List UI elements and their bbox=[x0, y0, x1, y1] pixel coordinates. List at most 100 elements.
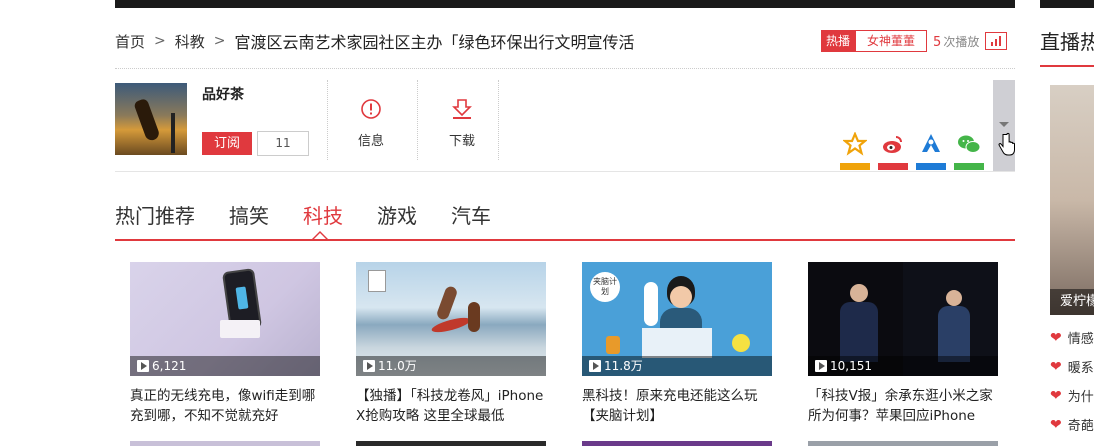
hot-info: 热播 女神董董 5 次播放 bbox=[821, 30, 1008, 52]
video-caption[interactable]: 真正的无线充电，像wifi走到哪充到哪，不知不觉就充好 bbox=[130, 386, 320, 426]
share-tencent-weibo-button[interactable] bbox=[916, 130, 946, 170]
uploader-link[interactable]: 女神董董 bbox=[855, 30, 928, 52]
next-row-thumbnail[interactable] bbox=[808, 441, 998, 446]
tab-cars[interactable]: 汽车 bbox=[451, 200, 491, 229]
live-hot-title: 直播热 bbox=[1040, 30, 1094, 54]
info-icon bbox=[361, 99, 381, 119]
next-row-thumbnail[interactable] bbox=[582, 441, 772, 446]
top-player-bar bbox=[115, 0, 1015, 8]
play-count: 6,121 bbox=[152, 359, 187, 373]
tencent-weibo-icon bbox=[922, 134, 940, 152]
qzone-star-icon bbox=[843, 132, 867, 156]
tab-tech[interactable]: 科技 bbox=[303, 200, 343, 229]
list-item-label: 情感 bbox=[1067, 332, 1094, 347]
tab-indicator-caret bbox=[312, 231, 328, 239]
live-list: ❤ 情感 ❤ 暖系 ❤ 为什 ❤ 奇葩 bbox=[1050, 323, 1094, 439]
tower-image bbox=[171, 113, 175, 153]
subscribe-button[interactable]: 订阅 bbox=[202, 132, 252, 155]
play-icon bbox=[589, 360, 601, 372]
next-row-thumbnail[interactable] bbox=[356, 441, 546, 446]
live-thumbnail-label: 爱柠檬 bbox=[1050, 289, 1094, 315]
play-icon bbox=[363, 360, 375, 372]
list-item-label: 暖系 bbox=[1067, 361, 1094, 376]
download-label: 下载 bbox=[448, 134, 475, 149]
share-bar bbox=[916, 163, 946, 170]
video-title: 官渡区云南艺术家园社区主办「绿色环保出行文明宣传活 bbox=[234, 33, 635, 52]
list-item-label: 为什 bbox=[1067, 390, 1094, 405]
wechat-icon bbox=[958, 135, 981, 153]
video-card[interactable]: 10,151 「科技V报」余承东逛小米之家所为何事？苹果回应iPhone bbox=[808, 262, 998, 426]
divider bbox=[417, 80, 418, 160]
top-player-bar-right bbox=[1040, 0, 1094, 8]
channel-name[interactable]: 品好茶 bbox=[202, 84, 244, 104]
heart-icon: ❤ bbox=[1050, 329, 1062, 346]
video-card[interactable]: 6,121 真正的无线充电，像wifi走到哪充到哪，不知不觉就充好 bbox=[130, 262, 320, 426]
category-tabs: 热门推荐 搞笑 科技 游戏 汽车 bbox=[115, 200, 525, 229]
play-count-suffix: 次播放 bbox=[943, 34, 980, 49]
hand-cursor-icon bbox=[998, 132, 1015, 156]
download-icon bbox=[452, 99, 472, 119]
play-count-overlay: 10,151 bbox=[808, 356, 998, 376]
share-bar bbox=[954, 163, 984, 170]
breadcrumb: 首页 > 科教 > 官渡区云南艺术家园社区主办「绿色环保出行文明宣传活 bbox=[115, 30, 635, 53]
video-caption[interactable]: 「科技V报」余承东逛小米之家所为何事？苹果回应iPhone bbox=[808, 386, 998, 426]
divider bbox=[327, 80, 328, 160]
list-item[interactable]: ❤ 暖系 bbox=[1050, 352, 1094, 381]
play-count: 5 次播放 bbox=[933, 33, 979, 50]
heart-icon: ❤ bbox=[1050, 387, 1062, 404]
tab-hot[interactable]: 热门推荐 bbox=[115, 200, 195, 229]
chevron-right-icon: > bbox=[213, 33, 226, 49]
divider bbox=[498, 80, 499, 160]
play-count: 11.8万 bbox=[604, 359, 643, 373]
video-caption[interactable]: 黑科技！原来充电还能这么玩【夹脑计划】 bbox=[582, 386, 772, 426]
video-thumbnail[interactable]: 10,151 bbox=[808, 262, 998, 376]
list-item-label: 奇葩 bbox=[1067, 419, 1094, 434]
live-thumbnail[interactable]: 爱柠檬 bbox=[1050, 85, 1094, 315]
chevron-right-icon: > bbox=[154, 33, 166, 49]
heart-icon: ❤ bbox=[1050, 416, 1062, 433]
play-icon bbox=[815, 360, 827, 372]
share-weibo-button[interactable] bbox=[878, 130, 908, 170]
play-count-overlay: 6,121 bbox=[130, 356, 320, 376]
divider bbox=[115, 68, 1015, 69]
info-label: 信息 bbox=[357, 134, 384, 149]
list-item[interactable]: ❤ 为什 bbox=[1050, 381, 1094, 410]
video-card[interactable]: 11.0万 【独播】「科技龙卷风」iPhone X抢购攻略 这里全球最低 bbox=[356, 262, 546, 426]
video-card[interactable]: 夹脑计划 11.8万 黑科技！原来充电还能这么玩【夹脑计划】 bbox=[582, 262, 772, 426]
guitar-image bbox=[133, 97, 161, 143]
play-count-overlay: 11.8万 bbox=[582, 356, 772, 376]
weibo-icon bbox=[883, 136, 902, 153]
share-bar bbox=[840, 163, 870, 170]
share-wechat-button[interactable] bbox=[954, 130, 984, 170]
next-row-thumbnail[interactable] bbox=[130, 441, 320, 446]
tab-games[interactable]: 游戏 bbox=[377, 200, 417, 229]
stats-chart-icon[interactable] bbox=[985, 32, 1008, 50]
tab-underline bbox=[115, 239, 1015, 241]
video-caption[interactable]: 【独播】「科技龙卷风」iPhone X抢购攻略 这里全球最低 bbox=[356, 386, 546, 426]
download-button[interactable]: 下载 bbox=[432, 98, 492, 149]
play-count: 11.0万 bbox=[378, 359, 417, 373]
play-count-number: 5 bbox=[933, 34, 942, 50]
info-button[interactable]: 信息 bbox=[341, 98, 401, 149]
heart-icon: ❤ bbox=[1050, 358, 1062, 375]
expand-panel-toggle[interactable] bbox=[993, 80, 1015, 172]
breadcrumb-home[interactable]: 首页 bbox=[115, 31, 145, 52]
divider bbox=[115, 171, 1015, 172]
hot-tag: 热播 bbox=[821, 30, 856, 52]
video-thumbnail[interactable]: 夹脑计划 11.8万 bbox=[582, 262, 772, 376]
subscribe-count: 11 bbox=[257, 131, 309, 156]
share-qzone-button[interactable] bbox=[840, 130, 870, 170]
tab-funny[interactable]: 搞笑 bbox=[229, 200, 269, 229]
list-item[interactable]: ❤ 奇葩 bbox=[1050, 410, 1094, 439]
show-badge: 夹脑计划 bbox=[590, 272, 620, 302]
video-thumbnail[interactable]: 11.0万 bbox=[356, 262, 546, 376]
list-item[interactable]: ❤ 情感 bbox=[1050, 323, 1094, 352]
caret-down-icon bbox=[999, 122, 1009, 127]
video-thumbnail[interactable]: 6,121 bbox=[130, 262, 320, 376]
channel-avatar[interactable] bbox=[115, 83, 187, 155]
breadcrumb-category[interactable]: 科教 bbox=[175, 31, 205, 52]
play-count-overlay: 11.0万 bbox=[356, 356, 546, 376]
play-count: 10,151 bbox=[830, 359, 872, 373]
play-icon bbox=[137, 360, 149, 372]
live-hot-underline bbox=[1040, 65, 1094, 67]
